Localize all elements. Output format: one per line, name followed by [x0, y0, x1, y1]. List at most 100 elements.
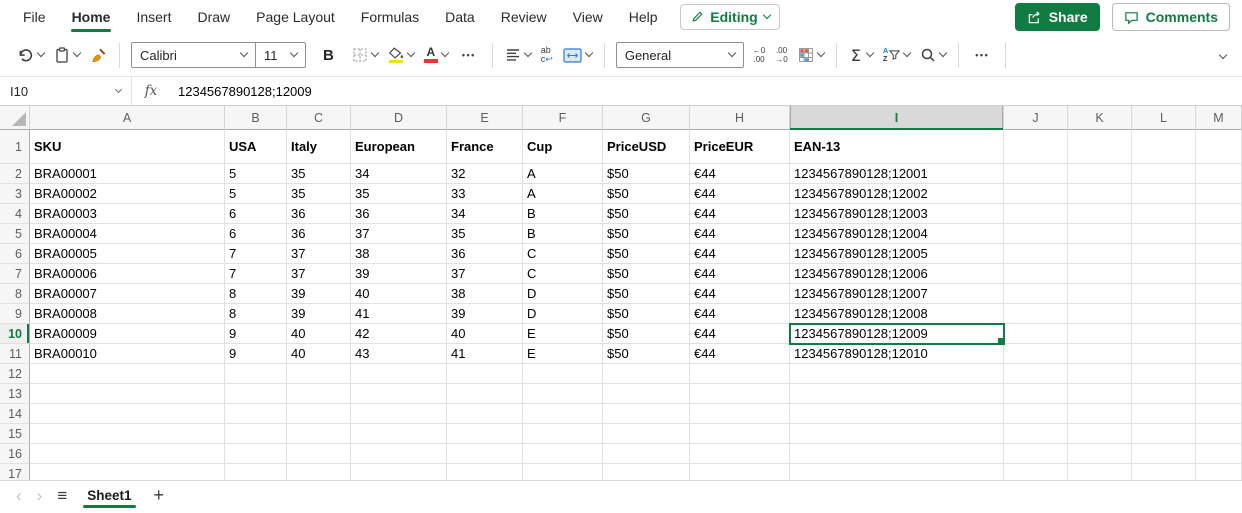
cell-D7[interactable]: 39 — [351, 264, 447, 284]
add-sheet-button[interactable]: + — [154, 486, 165, 504]
cell-B17[interactable] — [225, 464, 287, 480]
cell-B10[interactable]: 9 — [225, 324, 287, 344]
cell-I17[interactable] — [790, 464, 1004, 480]
merge-center-button[interactable] — [558, 40, 597, 70]
cell-L2[interactable] — [1132, 164, 1196, 184]
cell-J14[interactable] — [1004, 404, 1068, 424]
cell-B8[interactable]: 8 — [225, 284, 287, 304]
cell-G12[interactable] — [603, 364, 690, 384]
cell-A10[interactable]: BRA00009 — [30, 324, 225, 344]
cell-B6[interactable]: 7 — [225, 244, 287, 264]
cell-H9[interactable]: €44 — [690, 304, 790, 324]
cell-K14[interactable] — [1068, 404, 1132, 424]
cell-I12[interactable] — [790, 364, 1004, 384]
cell-E17[interactable] — [447, 464, 523, 480]
cell-L9[interactable] — [1132, 304, 1196, 324]
row-header-10[interactable]: 10 — [0, 324, 30, 344]
tab-data[interactable]: Data — [432, 0, 488, 34]
cell-K11[interactable] — [1068, 344, 1132, 364]
cell-D10[interactable]: 42 — [351, 324, 447, 344]
cell-G7[interactable]: $50 — [603, 264, 690, 284]
cell-L13[interactable] — [1132, 384, 1196, 404]
cell-D15[interactable] — [351, 424, 447, 444]
row-header-6[interactable]: 6 — [0, 244, 30, 264]
cell-H16[interactable] — [690, 444, 790, 464]
cell-E11[interactable]: 41 — [447, 344, 523, 364]
cell-K7[interactable] — [1068, 264, 1132, 284]
cell-A6[interactable]: BRA00005 — [30, 244, 225, 264]
cell-J4[interactable] — [1004, 204, 1068, 224]
cell-F6[interactable]: C — [523, 244, 603, 264]
cell-G3[interactable]: $50 — [603, 184, 690, 204]
cell-K1[interactable] — [1068, 130, 1132, 164]
column-header-I[interactable]: I — [790, 106, 1004, 130]
cell-K4[interactable] — [1068, 204, 1132, 224]
column-header-B[interactable]: B — [225, 106, 287, 130]
column-header-A[interactable]: A — [30, 106, 225, 130]
cell-L5[interactable] — [1132, 224, 1196, 244]
cell-J3[interactable] — [1004, 184, 1068, 204]
cell-G5[interactable]: $50 — [603, 224, 690, 244]
cell-I4[interactable]: 1234567890128;12003 — [790, 204, 1004, 224]
number-format-select[interactable]: General — [615, 42, 744, 68]
cell-J7[interactable] — [1004, 264, 1068, 284]
cell-A11[interactable]: BRA00010 — [30, 344, 225, 364]
cell-C2[interactable]: 35 — [287, 164, 351, 184]
cell-L12[interactable] — [1132, 364, 1196, 384]
format-as-table-button[interactable] — [793, 40, 829, 70]
cell-K5[interactable] — [1068, 224, 1132, 244]
cell-G1[interactable]: PriceUSD — [603, 130, 690, 164]
cell-A2[interactable]: BRA00001 — [30, 164, 225, 184]
cell-G15[interactable] — [603, 424, 690, 444]
row-header-2[interactable]: 2 — [0, 164, 30, 184]
cell-H7[interactable]: €44 — [690, 264, 790, 284]
cell-C10[interactable]: 40 — [287, 324, 351, 344]
cell-L16[interactable] — [1132, 444, 1196, 464]
cell-C7[interactable]: 37 — [287, 264, 351, 284]
tab-help[interactable]: Help — [616, 0, 671, 34]
cell-I16[interactable] — [790, 444, 1004, 464]
sort-filter-button[interactable]: A Z — [878, 40, 915, 70]
cell-D16[interactable] — [351, 444, 447, 464]
cell-H11[interactable]: €44 — [690, 344, 790, 364]
cell-C4[interactable]: 36 — [287, 204, 351, 224]
cell-C8[interactable]: 39 — [287, 284, 351, 304]
cell-K17[interactable] — [1068, 464, 1132, 480]
cell-K9[interactable] — [1068, 304, 1132, 324]
cell-M7[interactable] — [1196, 264, 1242, 284]
formula-input[interactable]: 1234567890128;12009 — [170, 84, 1242, 99]
cell-H3[interactable]: €44 — [690, 184, 790, 204]
cell-A15[interactable] — [30, 424, 225, 444]
cell-B12[interactable] — [225, 364, 287, 384]
cell-E12[interactable] — [447, 364, 523, 384]
cell-I14[interactable] — [790, 404, 1004, 424]
cell-D13[interactable] — [351, 384, 447, 404]
cell-E1[interactable]: France — [447, 130, 523, 164]
tab-draw[interactable]: Draw — [184, 0, 243, 34]
cell-K8[interactable] — [1068, 284, 1132, 304]
cell-B13[interactable] — [225, 384, 287, 404]
cell-M5[interactable] — [1196, 224, 1242, 244]
column-header-C[interactable]: C — [287, 106, 351, 130]
format-painter-button[interactable] — [85, 40, 112, 70]
cell-G9[interactable]: $50 — [603, 304, 690, 324]
cell-K15[interactable] — [1068, 424, 1132, 444]
cell-A12[interactable] — [30, 364, 225, 384]
cell-B5[interactable]: 6 — [225, 224, 287, 244]
tab-insert[interactable]: Insert — [123, 0, 184, 34]
cell-D11[interactable]: 43 — [351, 344, 447, 364]
tab-formulas[interactable]: Formulas — [348, 0, 432, 34]
cell-H17[interactable] — [690, 464, 790, 480]
cell-G10[interactable]: $50 — [603, 324, 690, 344]
cell-H4[interactable]: €44 — [690, 204, 790, 224]
alignment-button[interactable] — [500, 40, 536, 70]
cell-K6[interactable] — [1068, 244, 1132, 264]
cell-I13[interactable] — [790, 384, 1004, 404]
cell-C5[interactable]: 36 — [287, 224, 351, 244]
editing-mode-button[interactable]: Editing — [680, 4, 780, 30]
column-header-M[interactable]: M — [1196, 106, 1242, 130]
cell-L11[interactable] — [1132, 344, 1196, 364]
cell-J9[interactable] — [1004, 304, 1068, 324]
cell-E6[interactable]: 36 — [447, 244, 523, 264]
cell-B16[interactable] — [225, 444, 287, 464]
